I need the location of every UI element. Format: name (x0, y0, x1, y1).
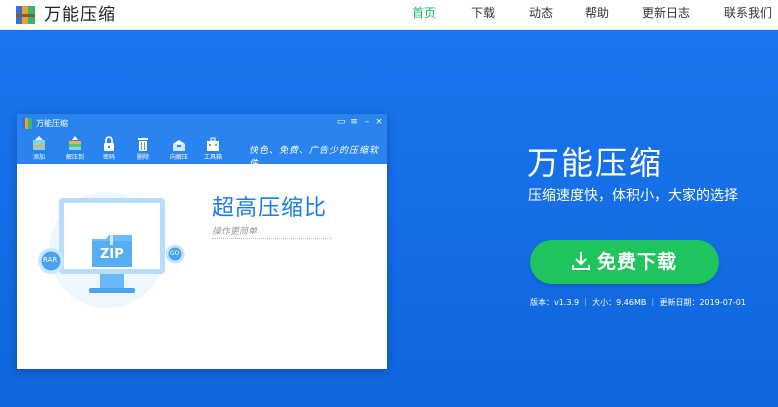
menu-icon: ≡ (350, 117, 358, 127)
nav-changelog[interactable]: 更新日志 (642, 0, 690, 30)
trash-icon (138, 138, 148, 151)
free-download-button[interactable]: 免费下载 (530, 240, 719, 284)
app-window-title: 万能压缩 (36, 119, 68, 128)
go-badge-label: GO (170, 250, 180, 257)
nav-home[interactable]: 首页 (412, 0, 436, 30)
app-title-bar: 万能压缩 ▭ ≡ – × (17, 114, 387, 134)
toolbox-icon (207, 137, 219, 151)
app-content-area: ZIP RAR GO 超高压缩比 操作更简单 (17, 164, 387, 369)
toolbar-unzip: 向解压 (165, 134, 193, 164)
version-info: 版本：v1.3.9 ｜ 大小：9.46MB ｜ 更新日期：2019-07-01 (530, 298, 746, 307)
app-subline: 操作更简单 (212, 227, 258, 237)
app-headline: 超高压缩比 (212, 196, 328, 221)
toolbar-delete: 删除 (129, 134, 157, 164)
nav-help[interactable]: 帮助 (585, 0, 609, 30)
download-button-label: 免费下载 (597, 251, 678, 273)
rar-badge-label: RAR (43, 256, 58, 264)
site-brand-name[interactable]: 万能压缩 (44, 4, 116, 26)
hero-subtitle: 压缩速度快，体积小，大家的选择 (528, 188, 738, 204)
add-icon (33, 136, 45, 150)
download-icon (572, 252, 590, 270)
skin-icon: ▭ (336, 117, 346, 127)
toolbar-password: 密码 (95, 134, 123, 164)
unzip-icon (173, 140, 185, 151)
toolbar-extract-to: 解压到 (61, 134, 89, 164)
close-icon: × (375, 117, 383, 127)
app-window-preview: 万能压缩 ▭ ≡ – × 添加 解压到 密码 删除 向解压 工具箱 快色、免费、… (17, 114, 387, 369)
nav-contact[interactable]: 联系我们 (724, 0, 772, 30)
nav-download[interactable]: 下载 (471, 0, 495, 30)
app-logo-icon[interactable] (15, 4, 37, 26)
subline-divider (212, 238, 332, 239)
toolbar-toolbox: 工具箱 (199, 134, 227, 164)
lock-icon (104, 136, 114, 151)
hero-title: 万能压缩 (527, 144, 664, 182)
app-toolbar: 添加 解压到 密码 删除 向解压 工具箱 快色、免费、广告少的压缩软 (17, 134, 387, 169)
hero-banner: 万能压缩 ▭ ≡ – × 添加 解压到 密码 删除 向解压 工具箱 快色、免费、… (0, 30, 778, 407)
top-navigation-bar: 万能压缩 首页 下载 动态 帮助 更新日志 联系我们 (0, 0, 778, 30)
nav-news[interactable]: 动态 (529, 0, 553, 30)
minimize-icon: – (364, 117, 370, 127)
zip-badge-label: ZIP (100, 247, 124, 262)
extract-to-icon (69, 136, 81, 150)
app-window-logo-icon (22, 118, 32, 129)
toolbar-add: 添加 (25, 134, 53, 164)
